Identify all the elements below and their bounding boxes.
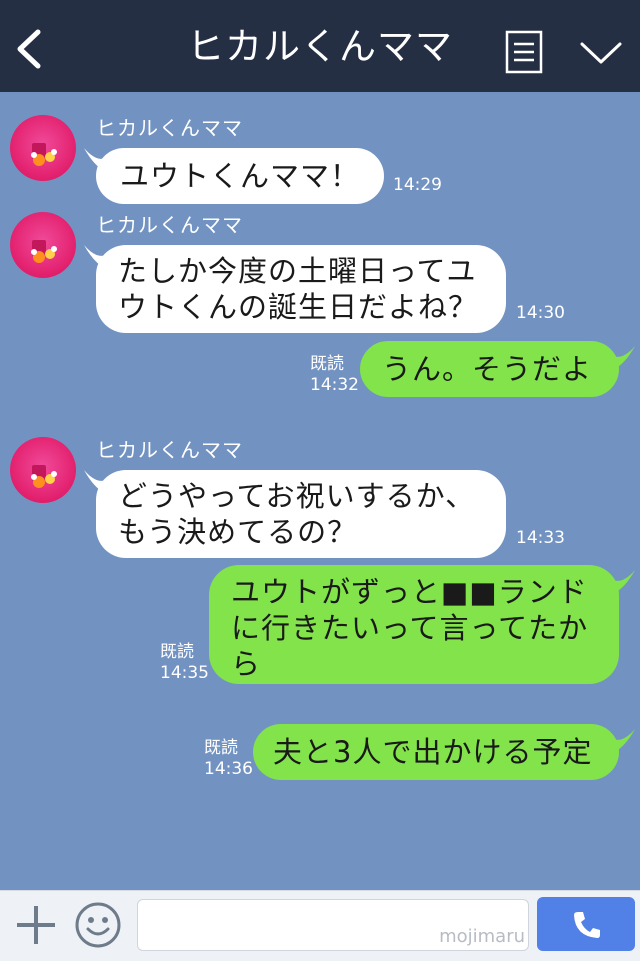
read-label: 既読 [160, 642, 194, 662]
message-bubble[interactable]: うん。そうだよ [360, 341, 619, 397]
menu-button[interactable] [505, 30, 543, 74]
read-receipt: 既読 14:35 [160, 642, 209, 684]
read-label: 既読 [310, 354, 344, 374]
message-bubble[interactable]: ユウトがずっと■■ランド に行きたいって言ってたか ら [209, 565, 619, 684]
message-bubble[interactable]: ユウトくんママ！ [96, 148, 384, 204]
message-input-bar: mojimaru [0, 890, 640, 961]
message-text: ユウトがずっと■■ランド [231, 575, 588, 609]
add-button[interactable] [14, 903, 58, 947]
emoji-button[interactable] [74, 901, 122, 949]
avatar[interactable] [10, 212, 76, 278]
message-time: 14:29 [393, 175, 442, 195]
read-label: 既読 [204, 738, 238, 758]
watermark-text: mojimaru [439, 926, 525, 947]
sender-name: ヒカルくんママ [96, 213, 243, 237]
message-text: ウトくんの誕生日だよね？ [118, 290, 479, 324]
collapse-button[interactable] [578, 38, 624, 68]
read-receipt: 既読 14:32 [310, 354, 359, 396]
chat-area[interactable]: ヒカルくんママ ユウトくんママ！ 14:29 ヒカルくんママ たしか今度の土曜日… [0, 92, 640, 890]
message-bubble[interactable]: どうやってお祝いするか、 もう決めてるの？ [96, 470, 506, 558]
message-bubble[interactable]: 夫と3人で出かける予定 [253, 724, 619, 780]
plus-icon [17, 906, 55, 944]
message-text: たしか今度の土曜日ってユ [118, 254, 477, 288]
message-time: 14:35 [160, 663, 209, 683]
message-time: 14:33 [516, 528, 565, 548]
back-button[interactable] [10, 26, 50, 72]
message-text: ユウトくんママ！ [120, 159, 361, 193]
bubble-tail [613, 570, 635, 594]
message-text: うん。そうだよ [382, 352, 593, 386]
chevron-down-icon [580, 42, 622, 64]
message-text: ら [231, 647, 262, 681]
chat-title: ヒカルくんママ [187, 25, 453, 68]
sender-name: ヒカルくんママ [96, 116, 243, 140]
message-time: 14:36 [204, 759, 253, 779]
message-bubble[interactable]: たしか今度の土曜日ってユ ウトくんの誕生日だよね？ [96, 245, 506, 333]
message-text: もう決めてるの？ [118, 515, 358, 549]
avatar[interactable] [10, 115, 76, 181]
phone-icon [574, 912, 600, 938]
avatar[interactable] [10, 437, 76, 503]
sender-name: ヒカルくんママ [96, 438, 243, 462]
call-button[interactable] [537, 897, 635, 951]
message-text: どうやってお祝いするか、 [118, 479, 476, 513]
menu-list-icon [505, 30, 543, 74]
read-receipt: 既読 14:36 [204, 738, 253, 780]
chevron-left-icon [17, 29, 41, 69]
bubble-tail [613, 346, 635, 370]
message-text: に行きたいって言ってたか [231, 611, 589, 645]
message-text: 夫と3人で出かける予定 [273, 735, 593, 769]
bubble-tail [613, 729, 635, 753]
smiley-icon [75, 902, 121, 948]
chat-header: ヒカルくんママ [0, 0, 640, 92]
message-time: 14:32 [310, 375, 359, 395]
message-time: 14:30 [516, 303, 565, 323]
